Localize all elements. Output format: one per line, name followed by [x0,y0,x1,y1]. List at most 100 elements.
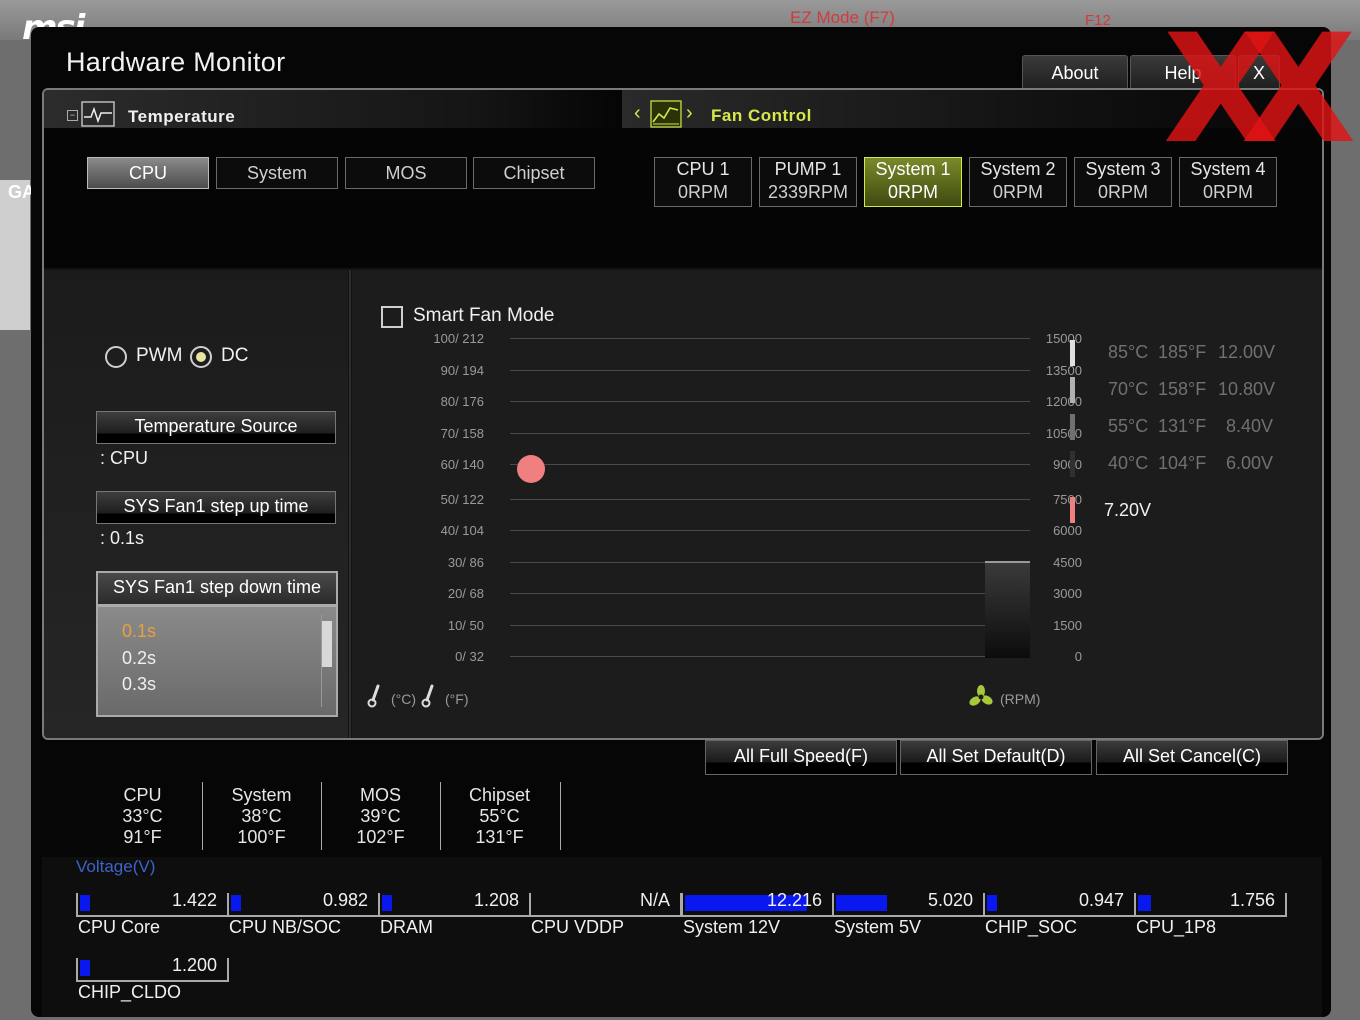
rpm-tick-label: 3000 [1053,586,1082,601]
fan-tab-rpm: 0RPM [1097,182,1148,202]
grid-line [510,624,1030,626]
fan-curve-icon [650,100,682,128]
temp-c: 55°C [479,806,520,826]
fan-curve-graph[interactable]: 100/ 212 15000 90/ 194 13500 80/ 176 12000 70/… [352,270,1082,738]
fan-tab-system2[interactable]: System 2 0RPM [969,157,1067,207]
temperature-graph-icon [81,101,115,127]
temp-tick-label: 50/ 122 [440,491,484,507]
temp-f: 100°F [237,827,286,847]
temp-c: 38°C [241,806,282,826]
fan-tab-system3[interactable]: System 3 0RPM [1074,157,1172,207]
dropdown-option-0.2s[interactable]: 0.2s [122,648,156,669]
voltage-level-fill [1138,895,1151,911]
temp-tick-label: 60/ 140 [440,457,484,472]
site-watermark: XX [1163,3,1356,177]
temp-tick-label: 70/ 158 [440,425,484,441]
fan-tab-name: CPU 1 [676,159,730,179]
fan-curve-point[interactable] [517,454,545,483]
step-down-time-button[interactable]: SYS Fan1 step down time [96,571,338,606]
fan-next-arrow[interactable]: › [686,102,693,125]
fan-tab-rpm: 0RPM [887,182,938,202]
temp-tick-label: 10/ 50 [447,617,484,633]
fahrenheit-unit: (°F) [445,691,469,707]
pwm-radio[interactable] [105,346,127,368]
temperature-title: Temperature [128,107,236,126]
thermometer-c-icon [367,684,380,708]
temp-tick-label: 0/ 32 [455,649,484,664]
temp-name: Chipset [468,785,531,805]
voltage-meter: 1.200 [76,955,229,982]
step-down-time-dropdown: 0.1s 0.2s 0.3s [96,605,338,717]
tab-cpu[interactable]: CPU [87,157,209,189]
ez-mode-link[interactable]: EZ Mode (F7) [790,8,895,28]
voltage-value: 1.200 [171,955,217,975]
voltage-level-fill [80,960,90,976]
fan-tab-pump1[interactable]: PUMP 1 2339RPM [759,157,857,207]
scale-v: 6.00V [1226,453,1274,473]
all-set-default-button[interactable]: All Set Default(D) [900,740,1092,775]
scale-f: 158°F [1158,379,1207,399]
celsius-unit: (°C) [391,691,417,707]
voltage-meter: 0.982 [227,890,380,917]
voltage-meter: 1.422 [76,890,229,917]
temp-name: MOS [359,785,401,805]
voltage-name: DRAM [380,917,433,937]
pane-divider [349,270,351,738]
scale-v: 10.80V [1218,379,1276,399]
temp-tick-label: 30/ 86 [447,554,484,570]
voltage-name: CPU_1P8 [1136,917,1217,937]
step-up-time-button[interactable]: SYS Fan1 step up time [96,491,336,524]
voltage-value: 12.216 [766,890,822,910]
fan-tab-rpm: 0RPM [992,182,1043,202]
dropdown-scroll-thumb[interactable] [322,621,332,667]
rpm-tick-label: 0 [1074,649,1082,664]
temp-tick-label: 100/ 212 [433,331,484,346]
about-button[interactable]: About [1022,55,1128,90]
scale-v: 8.40V [1226,416,1274,436]
temp-tick-label: 40/ 104 [440,523,484,538]
voltage-value: 0.982 [322,890,368,910]
scale-c: 40°C [1108,453,1149,473]
hardware-monitor-window: Hardware Monitor About Help X − Temperat… [31,15,1356,1017]
grid-line [510,338,1030,339]
voltage-scale-bar-55 [1070,414,1075,440]
temp-f: 102°F [356,827,405,847]
grid-line [510,593,1030,594]
tab-mos[interactable]: MOS [345,157,467,189]
scale-f: 185°F [1158,342,1207,362]
tab-system[interactable]: System [216,157,338,189]
voltage-value: N/A [639,890,670,910]
voltage-name: CPU VDDP [531,917,625,937]
monitor-panel: − Temperature ‹ › Fan Control CPU System… [42,88,1324,740]
temp-name: CPU [123,785,162,805]
temp-f: 91°F [123,827,162,847]
all-set-cancel-button[interactable]: All Set Cancel(C) [1096,740,1288,775]
all-full-speed-button[interactable]: All Full Speed(F) [705,740,897,775]
voltage-level-fill [231,895,241,911]
fan-tab-system1[interactable]: System 1 0RPM [864,157,962,207]
dropdown-option-0.3s[interactable]: 0.3s [122,674,156,695]
voltage-meter: N/A [529,890,682,917]
temp-readout-cpu: CPU 33°C 91°F [83,785,202,848]
voltage-scale-bar-70 [1070,377,1075,403]
dropdown-option-0.1s[interactable]: 0.1s [122,621,156,642]
grid-line [510,464,1030,465]
scale-v: 12.00V [1218,342,1276,362]
voltage-level-fill [382,895,392,911]
fan-tab-cpu1[interactable]: CPU 1 0RPM [654,157,752,207]
temperature-source-button[interactable]: Temperature Source [96,411,336,444]
temp-tick-label: 80/ 176 [440,394,484,409]
voltage-value: 1.208 [473,890,519,910]
voltage-meter: 5.020 [832,890,985,917]
grid-line [510,432,1030,434]
grid-line [510,656,1030,657]
tab-chipset[interactable]: Chipset [473,157,595,189]
collapse-icon[interactable]: − [67,110,78,121]
thermometer-f-icon [421,684,434,708]
fan-settings-pane: PWM DC Temperature Source : CPU SYS Fan1… [44,270,348,738]
dc-radio[interactable] [190,346,212,368]
fan-prev-arrow[interactable]: ‹ [634,102,641,125]
temperature-source-value: : CPU [100,448,149,468]
grid-line [510,401,1030,402]
voltage-name: CHIP_SOC [985,917,1078,937]
